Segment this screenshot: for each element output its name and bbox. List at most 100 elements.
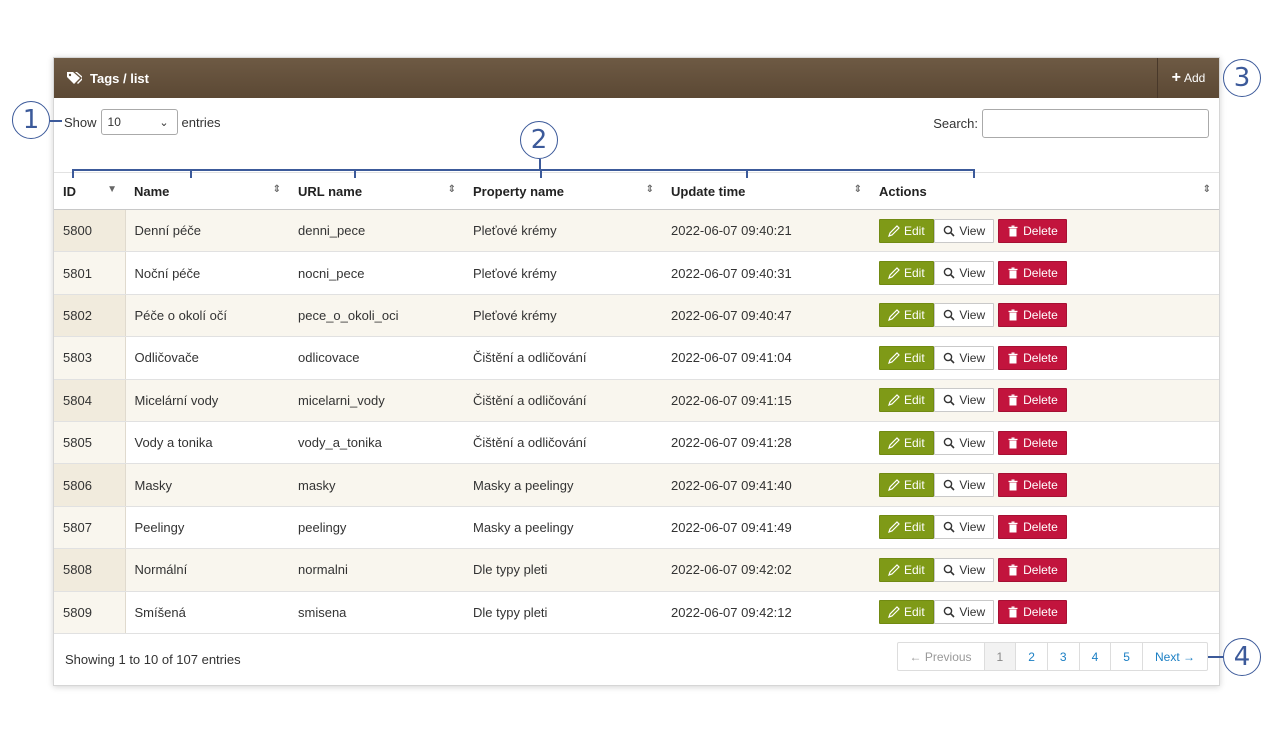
cell-update-time: 2022-06-07 09:41:28: [662, 421, 870, 465]
edit-button[interactable]: Edit: [879, 600, 934, 625]
cell-name: Smíšená: [125, 591, 289, 634]
delete-button[interactable]: Delete: [998, 557, 1067, 582]
view-button[interactable]: View: [934, 261, 995, 286]
page-2-button[interactable]: 2: [1016, 643, 1048, 670]
column-header-actions[interactable]: Actions ⇕: [870, 172, 1219, 210]
edit-button[interactable]: Edit: [879, 430, 934, 455]
view-button[interactable]: View: [934, 557, 995, 582]
edit-button[interactable]: Edit: [879, 345, 934, 370]
table-row: 5808 Normální normalni Dle typy pleti 2022-0…: [54, 548, 1219, 592]
view-button[interactable]: View: [934, 430, 995, 455]
delete-button[interactable]: Delete: [998, 473, 1067, 498]
cell-actions: Edit View Delete: [870, 251, 1219, 295]
cell-id: 5809: [54, 591, 126, 634]
callout-1-leader: [50, 120, 62, 122]
page-3-button[interactable]: 3: [1048, 643, 1080, 670]
edit-button[interactable]: Edit: [879, 218, 934, 243]
edit-button[interactable]: Edit: [879, 515, 934, 540]
cell-property-name: Pleťové krémy: [464, 209, 662, 253]
delete-button[interactable]: Delete: [998, 303, 1067, 328]
column-header-id[interactable]: ID ▼: [54, 172, 125, 210]
entries-select[interactable]: 10 ⌄: [100, 109, 178, 135]
delete-button[interactable]: Delete: [998, 345, 1067, 370]
sort-icon: ⇕: [645, 184, 654, 195]
view-button[interactable]: View: [934, 345, 995, 370]
cell-actions: Edit View Delete: [870, 209, 1219, 253]
search-icon: [944, 225, 955, 237]
page-length-control: Show 10 ⌄ entries: [64, 109, 221, 135]
pencil-icon: [888, 394, 900, 407]
edit-button[interactable]: Edit: [879, 473, 934, 498]
delete-button[interactable]: Delete: [998, 600, 1067, 625]
delete-button[interactable]: Delete: [998, 218, 1067, 243]
table-controls: Show 10 ⌄ entries Search:: [54, 109, 1219, 149]
delete-button[interactable]: Delete: [998, 388, 1067, 413]
cell-id: 5801: [54, 251, 126, 295]
pencil-icon: [888, 436, 900, 449]
cell-property-name: Čištění a odličování: [464, 421, 662, 465]
table-row: 5804 Micelární vody micelarni_vody Čištění …: [54, 379, 1219, 422]
trash-icon: [1008, 606, 1018, 618]
table-row: 5802 Péče o okolí očí pece_o_okoli_oci Pleť…: [54, 294, 1219, 338]
cell-actions: Edit View Delete: [870, 591, 1219, 634]
cell-name: Odličovače: [125, 336, 289, 380]
delete-button[interactable]: Delete: [998, 430, 1067, 455]
edit-button[interactable]: Edit: [879, 261, 934, 286]
callout-2-tick: [72, 169, 74, 178]
cell-update-time: 2022-06-07 09:41:49: [662, 506, 870, 550]
cell-actions: Edit View Delete: [870, 506, 1219, 550]
sort-icon: ⇕: [1202, 184, 1211, 195]
cell-id: 5808: [54, 548, 126, 592]
view-button[interactable]: View: [934, 388, 995, 413]
cell-actions: Edit View Delete: [870, 463, 1219, 507]
add-button[interactable]: + Add: [1157, 58, 1219, 98]
cell-actions: Edit View Delete: [870, 421, 1219, 465]
search-label: Search:: [933, 116, 978, 131]
callout-2-tick: [746, 169, 748, 178]
page-1-button[interactable]: 1: [984, 643, 1017, 670]
view-button[interactable]: View: [934, 515, 995, 540]
view-button[interactable]: View: [934, 600, 995, 625]
cell-name: Micelární vody: [125, 379, 289, 422]
trash-icon: [1008, 564, 1018, 576]
cell-property-name: Čištění a odličování: [464, 379, 662, 422]
page-title: Tags / list: [90, 70, 149, 86]
pencil-icon: [888, 479, 900, 491]
cell-url-name: nocni_pece: [289, 251, 464, 295]
delete-button[interactable]: Delete: [998, 515, 1067, 540]
column-header-property-name[interactable]: Property name ⇕: [464, 172, 662, 210]
sort-icon: ⇕: [272, 184, 281, 195]
view-button[interactable]: View: [934, 473, 995, 498]
delete-button[interactable]: Delete: [998, 261, 1067, 286]
search-input[interactable]: [982, 109, 1209, 138]
cell-update-time: 2022-06-07 09:42:02: [662, 548, 870, 592]
cell-url-name: peelingy: [289, 506, 464, 550]
search-icon: [944, 267, 955, 279]
view-button[interactable]: View: [934, 218, 995, 243]
table-row: 5805 Vody a tonika vody_a_tonika Čištění a …: [54, 421, 1219, 465]
column-header-url-name[interactable]: URL name ⇕: [289, 172, 464, 210]
column-header-name[interactable]: Name ⇕: [125, 172, 289, 210]
table-row: 5806 Masky masky Masky a peelingy 2022-06-07…: [54, 463, 1219, 507]
edit-button[interactable]: Edit: [879, 303, 934, 328]
trash-icon: [1008, 225, 1018, 237]
callout-4-leader: [1208, 656, 1223, 658]
page-5-button[interactable]: 5: [1111, 643, 1143, 670]
pencil-icon: [888, 267, 900, 280]
table-header-row: ID ▼ Name ⇕ URL name ⇕ Property name ⇕ Updat…: [54, 172, 1219, 210]
table-row: 5801 Noční péče nocni_pece Pleťové krémy 202…: [54, 251, 1219, 295]
sort-desc-icon: ▼: [107, 184, 117, 195]
edit-button[interactable]: Edit: [879, 388, 934, 413]
view-button[interactable]: View: [934, 303, 995, 328]
cell-id: 5805: [54, 421, 126, 465]
next-page-button[interactable]: Next →: [1143, 643, 1207, 670]
table-row: 5803 Odličovače odlicovace Čištění a odličo…: [54, 336, 1219, 380]
edit-button[interactable]: Edit: [879, 557, 934, 582]
column-header-update-time[interactable]: Update time ⇕: [662, 172, 870, 210]
entries-label: entries: [181, 114, 221, 130]
cell-name: Normální: [125, 548, 289, 592]
search-icon: [944, 394, 955, 406]
page-4-button[interactable]: 4: [1080, 643, 1112, 670]
previous-page-button[interactable]: ← Previous: [898, 643, 985, 670]
cell-url-name: vody_a_tonika: [289, 421, 464, 465]
